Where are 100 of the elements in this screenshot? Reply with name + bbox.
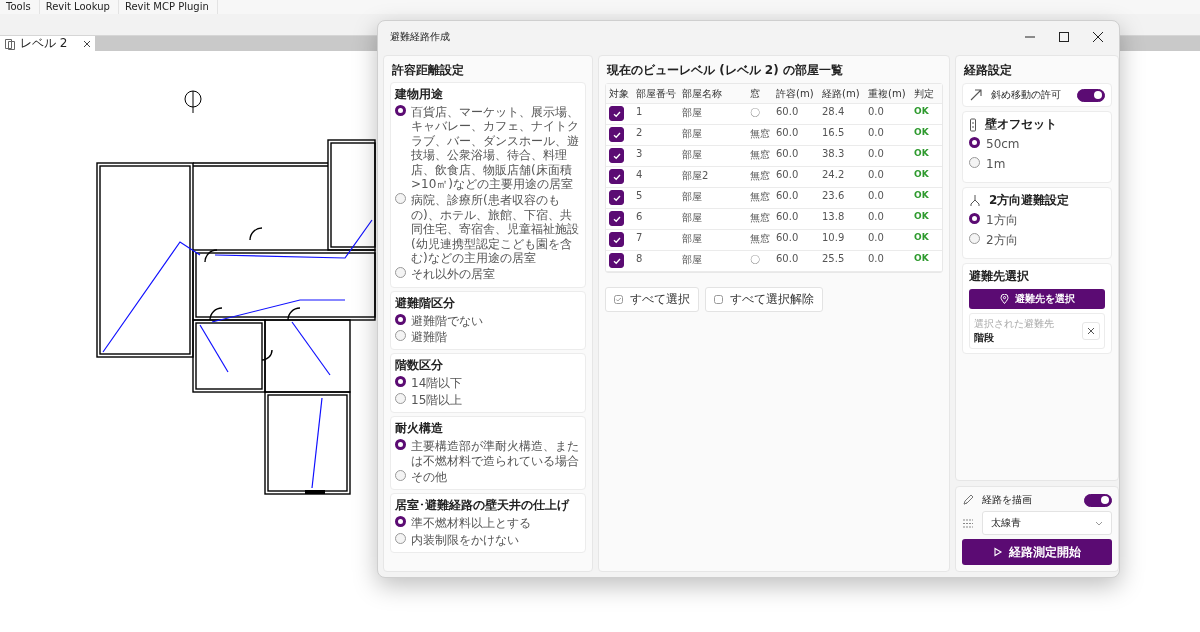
- checkbox[interactable]: [609, 106, 624, 121]
- table-cell-text: 0.0: [867, 126, 885, 140]
- table-cell-text: OK: [913, 126, 930, 139]
- table-cell-text: 5: [635, 189, 644, 203]
- radio-label[interactable]: 2方向: [986, 233, 1018, 248]
- group-title: 居室･避難経路の壁天井の仕上げ: [395, 497, 571, 515]
- checkbox[interactable]: [609, 253, 624, 268]
- table-cell-text: 無窓: [749, 148, 771, 162]
- close-icon[interactable]: [1093, 32, 1103, 42]
- toggle-switch[interactable]: [1077, 88, 1105, 102]
- table-cell-text: 0.0: [867, 147, 885, 161]
- radio-label[interactable]: 病院、診療所(患者収容のもの)、ホテル、旅館、下宿、共同住宅、寄宿舎、児童福祉施設(幼児連携型認定こども園を含む)などの主用途の居室: [411, 193, 581, 266]
- document-icon: [4, 37, 16, 50]
- table-cell-text: 無窓: [749, 169, 771, 183]
- table-cell-text: 13.8: [821, 210, 846, 224]
- column-header: 窓: [749, 86, 761, 101]
- radio-button[interactable]: [969, 157, 980, 169]
- toggle-switch[interactable]: [1084, 493, 1112, 507]
- radio-label[interactable]: 14階以下: [411, 376, 463, 391]
- checkbox[interactable]: [609, 190, 624, 205]
- clear-button[interactable]: [1082, 321, 1100, 340]
- start-measurement-button[interactable]: 経路測定開始: [962, 539, 1112, 565]
- radio-button[interactable]: [395, 376, 406, 388]
- table-cell-text: 23.6: [821, 189, 846, 203]
- select-destination-button[interactable]: 避難先を選択: [969, 288, 1105, 309]
- radio-label[interactable]: 1m: [986, 157, 1006, 172]
- table-cell-text: 部屋: [681, 211, 703, 225]
- checkbox[interactable]: [609, 169, 624, 184]
- table-cell-text: 部屋: [681, 190, 703, 204]
- radio-button[interactable]: [395, 105, 406, 116]
- radio-label[interactable]: それ以外の居室: [411, 267, 495, 282]
- group-title: 建物用途: [395, 86, 444, 103]
- radio-button[interactable]: [395, 313, 406, 325]
- toggle-label: 経路を描画: [982, 493, 1033, 507]
- radio-label[interactable]: 百貨店、マーケット、展示場、キャバレー、カフェ、ナイトクラブ、バー、ダンスホール、遊技場、公衆浴場、待合、料理店、飲食店、物販店舗(床面積>10㎡)などの主要用途の居室: [411, 105, 581, 192]
- column-header: 部屋名称: [681, 86, 723, 101]
- table-cell-text: 0.0: [867, 189, 885, 203]
- branch-icon: [969, 194, 981, 207]
- view-tab[interactable]: レベル 2: [0, 36, 95, 51]
- table-cell-text: 部屋: [681, 232, 703, 246]
- play-icon: [993, 547, 1003, 557]
- column-header: 部屋番号: [635, 86, 677, 101]
- radio-button[interactable]: [395, 193, 406, 205]
- table-cell-text: 〇: [749, 253, 761, 267]
- radio-label[interactable]: 15階以上: [411, 392, 463, 408]
- radio-button[interactable]: [969, 212, 980, 224]
- radio-label[interactable]: 1方向: [986, 212, 1018, 228]
- radio-button[interactable]: [395, 267, 406, 279]
- deselect-all-button[interactable]: すべて選択解除: [705, 287, 823, 312]
- table-cell-text: 7: [635, 231, 644, 245]
- table-cell-text: 0.0: [867, 168, 885, 182]
- radio-label[interactable]: 内装制限をかけない: [411, 532, 519, 548]
- table-cell-text: 60.0: [775, 105, 800, 119]
- radio-label[interactable]: 避難階: [411, 330, 447, 345]
- table-cell-text: OK: [913, 168, 930, 181]
- line-style-dropdown[interactable]: 太線青: [982, 511, 1112, 535]
- radio-button[interactable]: [395, 439, 406, 451]
- radio-button[interactable]: [395, 392, 406, 404]
- table-cell-text: OK: [913, 147, 930, 160]
- checkbox[interactable]: [609, 148, 624, 163]
- radio-button[interactable]: [395, 470, 406, 482]
- radio-label[interactable]: 避難階でない: [411, 313, 483, 329]
- radio-label[interactable]: 準不燃材料以上とする: [411, 516, 531, 531]
- checked-box-icon: [614, 295, 623, 304]
- table-cell-text: 無窓: [749, 127, 771, 141]
- group-title: 階数区分: [395, 357, 444, 375]
- window-title: 避難経路作成: [390, 30, 450, 44]
- radio-label[interactable]: 50cm: [986, 137, 1020, 152]
- radio-button[interactable]: [395, 532, 406, 544]
- column-header: 許容(m): [775, 86, 815, 101]
- table-cell-text: 0.0: [867, 252, 885, 266]
- close-icon[interactable]: [83, 39, 91, 48]
- radio-button[interactable]: [395, 516, 406, 528]
- maximize-icon[interactable]: [1059, 32, 1069, 42]
- radio-button[interactable]: [969, 233, 980, 245]
- table-cell-text: 部屋: [681, 253, 703, 267]
- table-cell-text: 16.5: [821, 126, 846, 140]
- checkbox[interactable]: [609, 211, 624, 226]
- table-cell-text: 0.0: [867, 105, 885, 119]
- radio-button[interactable]: [395, 330, 406, 342]
- pencil-icon: [962, 494, 974, 506]
- group-title: 耐火構造: [395, 420, 444, 438]
- column-header: 経路(m): [821, 86, 861, 101]
- selected-destination-field: 選択された避難先 階段: [969, 312, 1105, 349]
- table-cell-text: 60.0: [775, 126, 800, 140]
- table-cell-text: 60.0: [775, 231, 800, 245]
- group-title: 壁オフセット: [985, 116, 1057, 133]
- checkbox[interactable]: [609, 127, 624, 142]
- radio-label[interactable]: 主要構造部が準耐火構造、または不燃材料で造られている場合: [411, 439, 581, 469]
- table-cell-text: 部屋: [681, 148, 703, 162]
- table-cell-text: 3: [635, 147, 644, 161]
- diagonal-arrow-icon: [969, 88, 983, 102]
- radio-label[interactable]: その他: [411, 470, 447, 485]
- location-pin-icon: [999, 293, 1009, 304]
- radio-button[interactable]: [969, 137, 980, 148]
- select-all-button[interactable]: すべて選択: [605, 287, 699, 312]
- table-cell-text: 無窓: [749, 232, 771, 246]
- column-header: 対象: [608, 86, 630, 101]
- checkbox[interactable]: [609, 232, 624, 247]
- table-cell-text: 4: [635, 168, 644, 182]
